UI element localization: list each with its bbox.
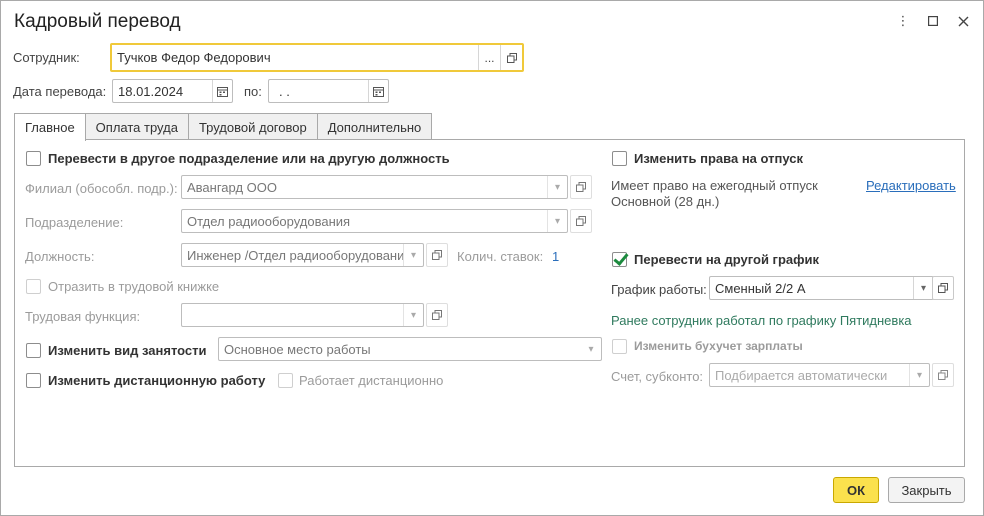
tab-payment[interactable]: Оплата труда [84, 113, 189, 140]
date-to-label: по: [244, 84, 262, 99]
open-icon[interactable] [426, 303, 448, 327]
employee-field[interactable]: Тучков Федор Федорович ... [110, 43, 524, 72]
account-field[interactable]: Подбирается автоматически ▾ [709, 363, 930, 387]
dropdown-icon[interactable]: ▾ [581, 338, 601, 360]
vacation-info-line1: Имеет право на ежегодный отпуск [611, 178, 818, 193]
labor-function-label: Трудовая функция: [25, 309, 141, 324]
vacation-checkbox[interactable] [612, 151, 627, 166]
workbook-checkbox[interactable] [26, 279, 41, 294]
open-icon[interactable] [932, 276, 954, 300]
dropdown-icon[interactable]: ▾ [547, 176, 567, 198]
previous-schedule-text: Ранее сотрудник работал по графику Пятид… [611, 313, 912, 328]
open-icon[interactable] [500, 45, 522, 70]
department-label: Подразделение: [25, 215, 124, 230]
open-icon[interactable] [570, 209, 592, 233]
branch-label: Филиал (обособл. подр.): [25, 181, 178, 196]
accounting-checkbox[interactable] [612, 339, 627, 354]
dropdown-icon[interactable]: ▾ [403, 304, 423, 326]
more-menu-icon[interactable]: ⋮ [893, 11, 913, 31]
date-to-value: . . [279, 83, 290, 99]
open-icon[interactable] [932, 363, 954, 387]
schedule-value: Сменный 2/2 А [715, 280, 806, 296]
labor-function-field[interactable]: ▾ [181, 303, 424, 327]
branch-value: Авангард ООО [187, 179, 277, 195]
position-value: Инженер /Отдел радиооборудовани [187, 247, 403, 263]
schedule-field[interactable]: Сменный 2/2 А ▾ [709, 276, 934, 300]
dropdown-icon[interactable]: ▾ [403, 244, 423, 266]
rates-value[interactable]: 1 [552, 249, 559, 264]
maximize-icon[interactable] [923, 11, 943, 31]
remote-checkbox[interactable] [26, 373, 41, 388]
dropdown-icon[interactable]: ▾ [913, 277, 933, 299]
date-field[interactable]: 18.01.2024 [112, 79, 233, 103]
works-remote-checkbox[interactable] [278, 373, 293, 388]
edit-vacation-link[interactable]: Редактировать [866, 178, 956, 193]
employment-type-label: Изменить вид занятости [48, 343, 207, 358]
works-remote-label: Работает дистанционно [299, 373, 444, 388]
department-field[interactable]: Отдел радиооборудования ▾ [181, 209, 568, 233]
rates-label: Колич. ставок: [457, 249, 544, 264]
branch-field[interactable]: Авангард ООО ▾ [181, 175, 568, 199]
close-button[interactable]: Закрыть [888, 477, 965, 503]
employment-type-checkbox[interactable] [26, 343, 41, 358]
calendar-icon[interactable] [368, 80, 388, 102]
department-value: Отдел радиооборудования [187, 213, 351, 229]
dropdown-icon[interactable]: ▾ [547, 210, 567, 232]
open-icon[interactable] [570, 175, 592, 199]
ok-button[interactable]: ОК [833, 477, 879, 503]
tab-labor-contract[interactable]: Трудовой договор [187, 113, 318, 140]
select-button[interactable]: ... [478, 45, 500, 70]
account-label: Счет, субконто: [611, 369, 704, 384]
schedule-transfer-label: Перевести на другой график [634, 252, 820, 267]
workbook-label: Отразить в трудовой книжке [48, 279, 220, 294]
calendar-icon[interactable] [212, 80, 232, 102]
open-icon[interactable] [426, 243, 448, 267]
transfer-checkbox[interactable] [26, 151, 41, 166]
close-icon[interactable] [953, 11, 973, 31]
schedule-transfer-checkbox[interactable] [612, 252, 627, 267]
tab-panel-main: Перевести в другое подразделение или на … [14, 139, 965, 467]
schedule-label: График работы: [611, 282, 707, 297]
position-label: Должность: [25, 249, 95, 264]
employment-type-field[interactable]: Основное место работы ▾ [218, 337, 602, 361]
account-placeholder: Подбирается автоматически [715, 367, 888, 383]
employment-type-value: Основное место работы [224, 341, 371, 357]
accounting-label: Изменить бухучет зарплаты [634, 339, 803, 353]
date-to-field[interactable]: . . [268, 79, 389, 103]
dialog-window: Кадровый перевод ⋮ Сотрудник: Тучков Фед… [0, 0, 984, 516]
tab-additional[interactable]: Дополнительно [316, 113, 433, 140]
employee-value: Тучков Федор Федорович [117, 50, 271, 65]
date-label: Дата перевода: [13, 84, 107, 99]
window-title: Кадровый перевод [14, 11, 181, 32]
tab-bar: Главное Оплата труда Трудовой договор До… [14, 113, 433, 141]
dropdown-icon[interactable]: ▾ [909, 364, 929, 386]
date-value: 18.01.2024 [118, 83, 184, 99]
vacation-info-line2: Основной (28 дн.) [611, 194, 720, 209]
employee-label: Сотрудник: [13, 50, 80, 65]
tab-main[interactable]: Главное [14, 113, 86, 141]
vacation-label: Изменить права на отпуск [634, 151, 803, 166]
position-field[interactable]: Инженер /Отдел радиооборудовани ▾ [181, 243, 424, 267]
transfer-label: Перевести в другое подразделение или на … [48, 151, 450, 166]
remote-label: Изменить дистанционную работу [48, 373, 266, 388]
